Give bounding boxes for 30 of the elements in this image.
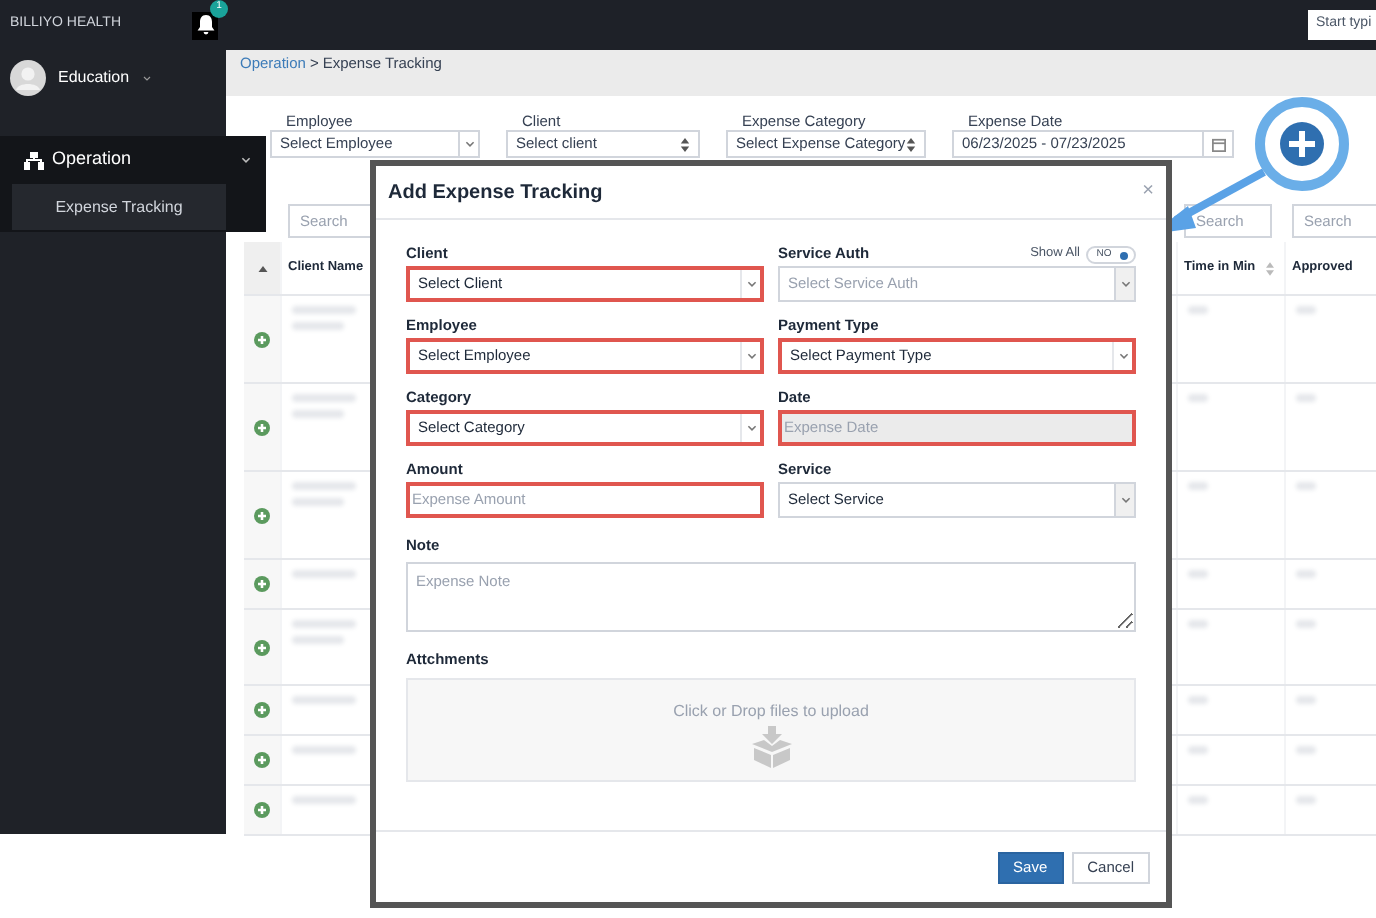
sidebar-item[interactable]: Expense Tracking (12, 184, 226, 230)
add-row-icon (254, 576, 270, 592)
calendar-icon (1211, 137, 1225, 151)
chevron-down-icon (745, 350, 757, 362)
modal-title: Add Expense Tracking (388, 179, 605, 207)
add-row-icon (254, 702, 270, 718)
add-row-icon (254, 802, 270, 818)
sort-icon (1265, 261, 1274, 275)
bell-icon (195, 14, 215, 36)
sort-icon (906, 137, 916, 151)
sort-icon (680, 137, 690, 151)
sidebar-section[interactable]: Operation (0, 136, 266, 184)
chevron-down-icon (463, 138, 475, 150)
avatar-icon (10, 60, 46, 96)
box-download-icon (751, 725, 791, 767)
add-row-icon (254, 752, 270, 768)
chevron-down-icon (1119, 278, 1131, 290)
add-row-icon (254, 639, 270, 655)
caret-down-icon (141, 73, 152, 83)
user-name[interactable]: Education (58, 66, 130, 90)
add-row-icon (254, 419, 270, 435)
sitemap-icon (24, 151, 44, 169)
highlighted-add-icon (1254, 96, 1350, 192)
chevron-down-icon (1117, 350, 1129, 362)
sort-up-icon (257, 265, 267, 271)
add-row-icon (254, 507, 270, 523)
chevron-down-icon (1119, 494, 1131, 506)
chevron-down-icon (745, 278, 757, 290)
chevron-down-icon (745, 422, 757, 434)
add-row-icon (254, 331, 270, 347)
